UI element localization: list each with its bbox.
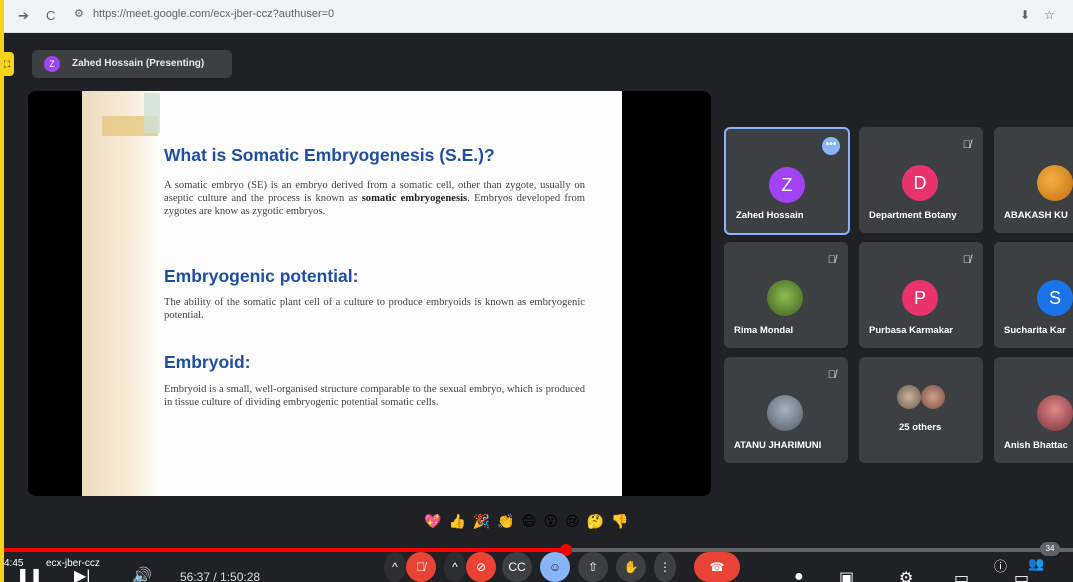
address-bar[interactable]: ⚙ https://meet.google.com/ecx-jber-ccz?a…: [74, 7, 334, 20]
camera-options-icon[interactable]: ^: [444, 552, 466, 582]
raise-hand-button[interactable]: ✋: [616, 552, 646, 582]
participant-name: Rima Mondal: [734, 325, 794, 336]
slide-heading-embryoid: Embryoid:: [164, 352, 251, 372]
camera-off-button[interactable]: ⊘: [466, 552, 496, 582]
miniplayer-icon[interactable]: ▭: [954, 568, 969, 582]
avatar-photo: [1037, 165, 1073, 201]
participant-tile[interactable]: 🎙̸ P Purbasa Karmakar: [859, 242, 983, 348]
back-icon[interactable]: ➔: [18, 8, 29, 24]
participant-name: Anish Bhattac: [1004, 440, 1068, 451]
laugh-reaction-icon[interactable]: 😄: [522, 511, 537, 531]
avatar: D: [902, 165, 938, 201]
presenter-avatar: Z: [44, 56, 60, 72]
next-icon[interactable]: ▶|: [74, 566, 90, 582]
avatar: S: [1037, 280, 1073, 316]
reaction-bar: 💖 👍 🎉 👏 😄 😮 😢 🤔 👎: [424, 508, 628, 534]
browser-bar: ➔ C ⚙ https://meet.google.com/ecx-jber-c…: [4, 0, 1073, 33]
more-options-icon[interactable]: •••: [822, 137, 840, 155]
screen-frame: ➔ C ⚙ https://meet.google.com/ecx-jber-c…: [4, 0, 1073, 582]
participant-name: Purbasa Karmakar: [869, 325, 953, 336]
site-info-icon[interactable]: ⚙: [74, 8, 84, 20]
meet-header: Z Zahed Hossain (Presenting): [4, 48, 1073, 80]
slide-decoration: [82, 91, 162, 496]
mic-off-button[interactable]: 🎙̸: [406, 552, 436, 582]
presenter-label: Zahed Hossain (Presenting): [72, 58, 205, 69]
download-icon[interactable]: ⬇: [1020, 8, 1030, 22]
mic-off-icon: 🎙̸: [962, 139, 971, 151]
participant-name: ATANU JHARIMUNI: [734, 440, 822, 451]
slide-heading-potential: Embryogenic potential:: [164, 266, 359, 286]
presenting-chip[interactable]: Z Zahed Hossain (Presenting): [32, 50, 232, 78]
avatar-photo: [767, 395, 803, 431]
avatar: P: [902, 280, 938, 316]
participant-tile[interactable]: 🎙̸ D Department Botany: [859, 127, 983, 233]
slide-heading-se: What is Somatic Embryogenesis (S.E.)?: [164, 145, 495, 165]
clap-reaction-icon[interactable]: 👏: [497, 511, 514, 531]
bookmark-star-icon[interactable]: ☆: [1044, 8, 1055, 22]
url-text: https://meet.google.com/ecx-jber-ccz?aut…: [92, 8, 335, 20]
thumbs-down-reaction-icon[interactable]: 👎: [611, 511, 628, 531]
video-timestamp: 56:37 / 1:50:28: [180, 570, 261, 582]
sad-reaction-icon[interactable]: 😢: [565, 511, 580, 531]
leave-call-button[interactable]: ☎: [694, 552, 740, 582]
slide-paragraph-potential: The ability of the somatic plant cell of…: [164, 297, 585, 321]
avatar: Z: [769, 167, 805, 203]
participant-name: Sucharita Kar: [1004, 325, 1066, 336]
pause-icon[interactable]: ❚❚: [16, 566, 43, 582]
more-options-button[interactable]: ⋮: [654, 552, 676, 582]
slide: What is Somatic Embryogenesis (S.E.)? A …: [82, 91, 622, 496]
others-count: 25 others: [899, 422, 942, 433]
volume-icon[interactable]: 🔊: [132, 566, 152, 582]
settings-icon[interactable]: ⚙: [899, 568, 913, 582]
participant-tile-others[interactable]: 25 others: [859, 357, 983, 463]
presentation-area: What is Somatic Embryogenesis (S.E.)? A …: [28, 91, 711, 496]
participant-name: Department Botany: [869, 210, 957, 221]
thinking-reaction-icon[interactable]: 🤔: [587, 511, 604, 531]
info-icon[interactable]: ⓘ: [994, 556, 1007, 575]
people-icon[interactable]: 👥: [1028, 556, 1044, 572]
slide-paragraph-embryoid: Embryoid is a small, well-organised stru…: [164, 384, 585, 408]
participant-count-badge: 34: [1040, 542, 1060, 556]
captions-button[interactable]: CC: [502, 552, 532, 582]
avatar-group: [897, 385, 921, 409]
participant-tile[interactable]: ••• Z Zahed Hossain: [724, 127, 850, 235]
subtitles-icon[interactable]: ▣: [839, 568, 854, 582]
participant-tile[interactable]: S Sucharita Kar: [994, 242, 1073, 348]
avatar-photo: [1037, 395, 1073, 431]
party-popper-reaction-icon[interactable]: 🎉: [473, 511, 490, 531]
participant-tile[interactable]: ABAKASH KU: [994, 127, 1073, 233]
meeting-code: ecx-jber-ccz: [46, 558, 100, 569]
reload-icon[interactable]: C: [46, 8, 55, 23]
participant-tile[interactable]: 🎙̸ ATANU JHARIMUNI: [724, 357, 848, 463]
autoplay-icon[interactable]: ●: [794, 568, 804, 582]
slide-paragraph-se: A somatic embryo (SE) is an embryo deriv…: [164, 180, 585, 217]
mic-off-icon: 🎙̸: [827, 254, 836, 266]
participant-tile[interactable]: 🎙̸ Rima Mondal: [724, 242, 848, 348]
surprised-reaction-icon[interactable]: 😮: [543, 511, 558, 531]
emoji-button[interactable]: ☺: [540, 552, 570, 582]
avatar-photo: [767, 280, 803, 316]
participant-name: Zahed Hossain: [736, 210, 804, 221]
heart-reaction-icon[interactable]: 💖: [424, 511, 441, 531]
mic-options-icon[interactable]: ^: [384, 552, 406, 582]
mic-off-icon: 🎙̸: [962, 254, 971, 266]
theater-icon[interactable]: ▭: [1014, 568, 1029, 582]
participant-name: ABAKASH KU: [1004, 210, 1068, 221]
mic-off-icon: 🎙̸: [827, 369, 836, 381]
thumbs-up-reaction-icon[interactable]: 👍: [448, 511, 465, 531]
avatar-group: [921, 385, 945, 409]
participant-tile[interactable]: Anish Bhattac: [994, 357, 1073, 463]
present-button[interactable]: ⇧: [578, 552, 608, 582]
